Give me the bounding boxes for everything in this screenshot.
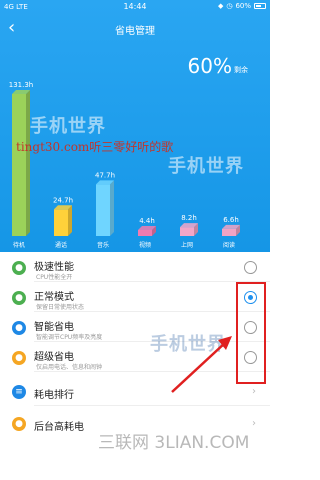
watermark-footer: 三联网 3LIAN.COM	[98, 433, 250, 453]
annotation-arrow	[171, 336, 232, 393]
